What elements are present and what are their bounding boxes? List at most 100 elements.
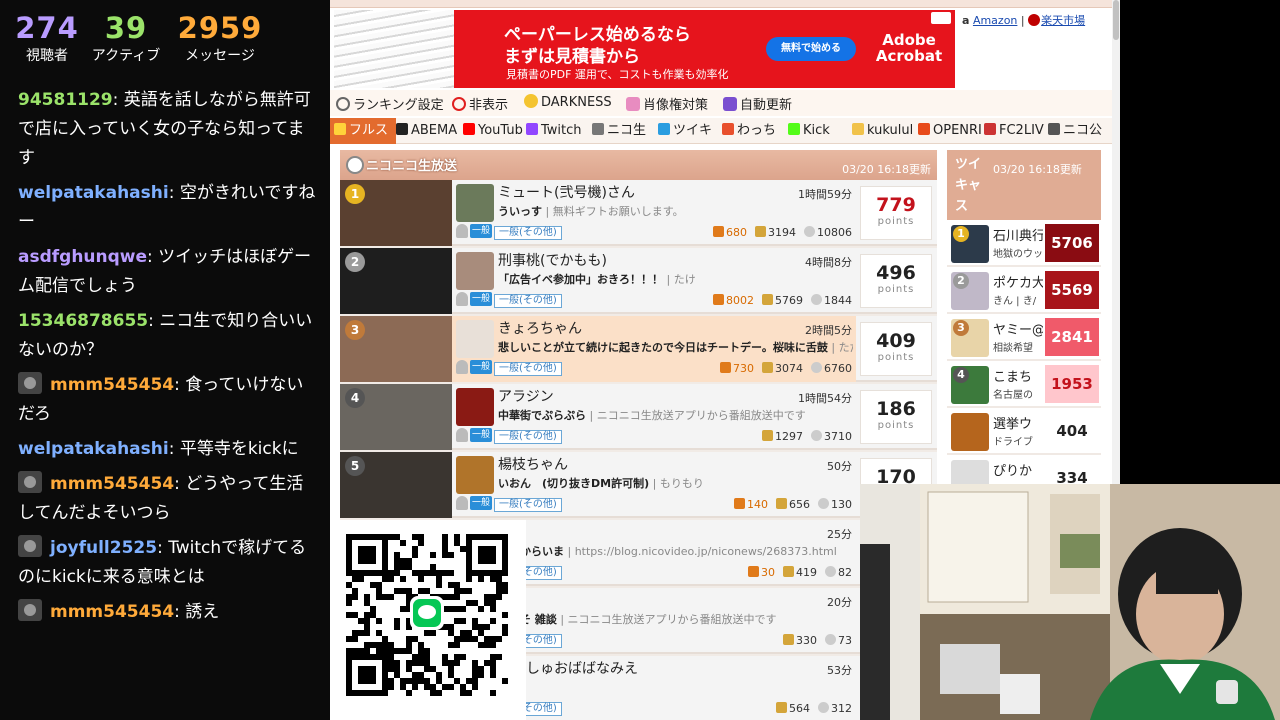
viewers-icon <box>783 634 794 645</box>
stream-duration: 53分 <box>827 664 852 677</box>
genre-tag[interactable]: 一般(その他) <box>494 226 562 240</box>
points-box: 186 points <box>860 390 932 444</box>
stream-thumbnail[interactable]: 3 <box>340 316 452 382</box>
comment-count: 312 <box>831 702 852 715</box>
points-label: points <box>877 352 915 363</box>
stream-tag: | 無料ギフトお願いします。 <box>545 205 684 218</box>
streamer-avatar[interactable] <box>456 320 494 358</box>
twitcasting-row[interactable]: ぴりか 334 <box>947 457 1101 484</box>
tab-platform[interactable]: YouTub <box>463 118 523 144</box>
tab-platform[interactable]: kukulul <box>852 118 913 144</box>
tab-label: ツイキ <box>673 123 713 138</box>
stream-thumbnail[interactable]: 2 <box>340 248 452 314</box>
tab-platform[interactable]: Twitch <box>526 118 582 144</box>
streamer-avatar[interactable] <box>951 413 989 451</box>
ranking-settings-button[interactable]: ランキング設定 <box>336 94 444 113</box>
ranking-settings-label: ランキング設定 <box>353 98 444 113</box>
rakuten-link[interactable]: 楽天市場 <box>1041 14 1085 27</box>
stream-row[interactable]: 1 ミュート(弐号機)さん ういっす | 無料ギフトお願いします。 1時間59分 一般一… <box>340 180 937 246</box>
tab-platform[interactable]: FC2LIV <box>984 118 1044 144</box>
chat-username[interactable]: mmm545454 <box>50 375 174 395</box>
tab-platform[interactable]: ニコ公 <box>1048 118 1102 144</box>
portrait-rights-button[interactable]: 肖像権対策 <box>626 94 708 113</box>
streamer-name[interactable]: 楊枝ちゃん <box>498 454 568 474</box>
chat-username[interactable]: mmm545454 <box>50 474 174 494</box>
genre-tag[interactable]: 一般(その他) <box>494 498 562 512</box>
auto-refresh-button[interactable]: 自動更新 <box>723 94 792 113</box>
stream-thumbnail[interactable]: 4 <box>340 384 452 450</box>
stream-row[interactable]: 2 刑事桃(でかもも) 「広告イベ参加中」おきろ！！！ | たけ 4時間8分 一般 一般(… <box>340 248 937 314</box>
points-value: 404 <box>1045 412 1099 450</box>
tab-platform[interactable]: わっち <box>722 118 776 144</box>
ad-cta-button[interactable]: 無料で始める <box>766 37 856 61</box>
stream-title-text: 「広告イベ参加中」おきろ！！！ <box>498 273 663 286</box>
viewers-icon <box>776 702 787 713</box>
streamer-name[interactable]: ヤミー@ <box>993 319 1043 338</box>
streamer-name[interactable]: ぴりか <box>993 460 1043 479</box>
stream-thumbnail[interactable]: 5 <box>340 452 452 518</box>
stream-row[interactable]: 3 きょろちゃん 悲しいことが立て続けに起きたので今日はチートデー。桜味に舌鼓 | … <box>340 316 937 382</box>
niconico-updated-time: 03/20 16:18更新 <box>842 163 931 176</box>
darkness-label: DARKNESS <box>541 95 612 110</box>
amazon-link[interactable]: Amazon <box>973 14 1017 27</box>
streamer-name[interactable]: 刑事桃(でかもも) <box>498 250 607 270</box>
stream-row[interactable]: 5 楊枝ちゃん いおん (切り抜きDM許可制) | もりもり 50分 一般 一般(その他)… <box>340 452 937 518</box>
streamer-name[interactable]: ポケカ大 <box>993 272 1043 291</box>
chat-username[interactable]: joyfull2525 <box>50 538 157 558</box>
message-label: メッセージ <box>185 48 255 64</box>
chat-username[interactable]: welpatakahashi <box>18 183 169 203</box>
hide-button[interactable]: 非表示 <box>452 94 508 113</box>
viewer-count: 330 <box>796 634 817 647</box>
genre-tag[interactable]: 一般(その他) <box>494 430 562 444</box>
platform-icon <box>852 123 864 135</box>
streamer-name[interactable]: 選挙ウ <box>993 413 1043 432</box>
viewers-icon <box>762 430 773 441</box>
tab-platform[interactable]: ニコ生 <box>592 118 646 144</box>
twitcasting-row[interactable]: 4 こまち 名古屋の 1953 <box>947 363 1101 408</box>
comment-icon <box>818 498 829 509</box>
scrollbar-thumb[interactable] <box>1113 0 1119 40</box>
chat-username[interactable]: 15346878655 <box>18 311 148 331</box>
streamer-avatar[interactable] <box>456 184 494 222</box>
stream-thumbnail[interactable]: 1 <box>340 180 452 246</box>
twitcasting-row[interactable]: 2 ポケカ大 きん | き/5569 <box>947 269 1101 314</box>
chat-username[interactable]: 94581129 <box>18 90 113 110</box>
streamer-name[interactable]: 石川典行 <box>993 225 1043 244</box>
tab-platform[interactable]: ABEMA <box>396 118 457 144</box>
ad-banner[interactable]: ペーパーレス始めるなら まずは見積書から 見積書のPDF 運用で、コストも作業も… <box>334 10 955 88</box>
ad-brand: Adobe Acrobat <box>875 31 943 65</box>
chat-avatar-icon <box>18 471 42 493</box>
viewer-count: 3194 <box>768 226 796 239</box>
points-box: 409 points <box>860 322 932 376</box>
chat-username[interactable]: mmm545454 <box>50 602 174 622</box>
darkness-button[interactable]: DARKNESS <box>524 94 612 110</box>
streamer-avatar[interactable] <box>456 456 494 494</box>
streamer-avatar[interactable] <box>456 388 494 426</box>
rank-badge: 1 <box>345 184 365 204</box>
twitcasting-row[interactable]: 3 ヤミー@ 相談希望 2841 <box>947 316 1101 361</box>
streamer-avatar[interactable] <box>456 252 494 290</box>
stream-duration: 25分 <box>827 528 852 541</box>
chat-username[interactable]: welpatakahashi <box>18 439 169 459</box>
genre-tag[interactable]: 一般(その他) <box>494 362 562 376</box>
tab-platform[interactable]: ツイキ <box>658 118 712 144</box>
twitcasting-row[interactable]: 選挙ウ ドライブ 404 <box>947 410 1101 455</box>
tab-platform[interactable]: OPENRI <box>918 118 982 144</box>
genre-tag[interactable]: 一般(その他) <box>494 294 562 308</box>
streamer-name[interactable]: アラジン <box>498 386 554 406</box>
streamer-name[interactable]: こまち <box>993 366 1043 385</box>
stream-title: 相談希望 <box>993 343 1033 354</box>
tab-platform[interactable]: Kick <box>788 118 830 144</box>
twitcasting-row[interactable]: 1 石川典行 地獄のウッ 5706 <box>947 222 1101 267</box>
streamer-name[interactable]: きょろちゃん <box>498 318 582 338</box>
stream-tag: | https://blog.nicovideo.jp/niconews/268… <box>567 545 837 558</box>
viewers-icon <box>776 498 787 509</box>
niconico-panel-header: ニコニコ生放送 03/20 16:18更新 <box>340 150 937 180</box>
chat-username[interactable]: asdfghunqwe <box>18 247 147 267</box>
ad-info-icon[interactable] <box>931 12 951 24</box>
stream-row[interactable]: 4 アラジン 中華街でぷらぷら | ニコニコ生放送アプリから番組放送中です 1時間54… <box>340 384 937 450</box>
tab-platform[interactable]: フルス <box>330 118 397 144</box>
rank-badge: 5 <box>345 456 365 476</box>
streamer-avatar[interactable] <box>951 460 989 484</box>
streamer-name[interactable]: ミュート(弐号機)さん <box>498 182 635 202</box>
